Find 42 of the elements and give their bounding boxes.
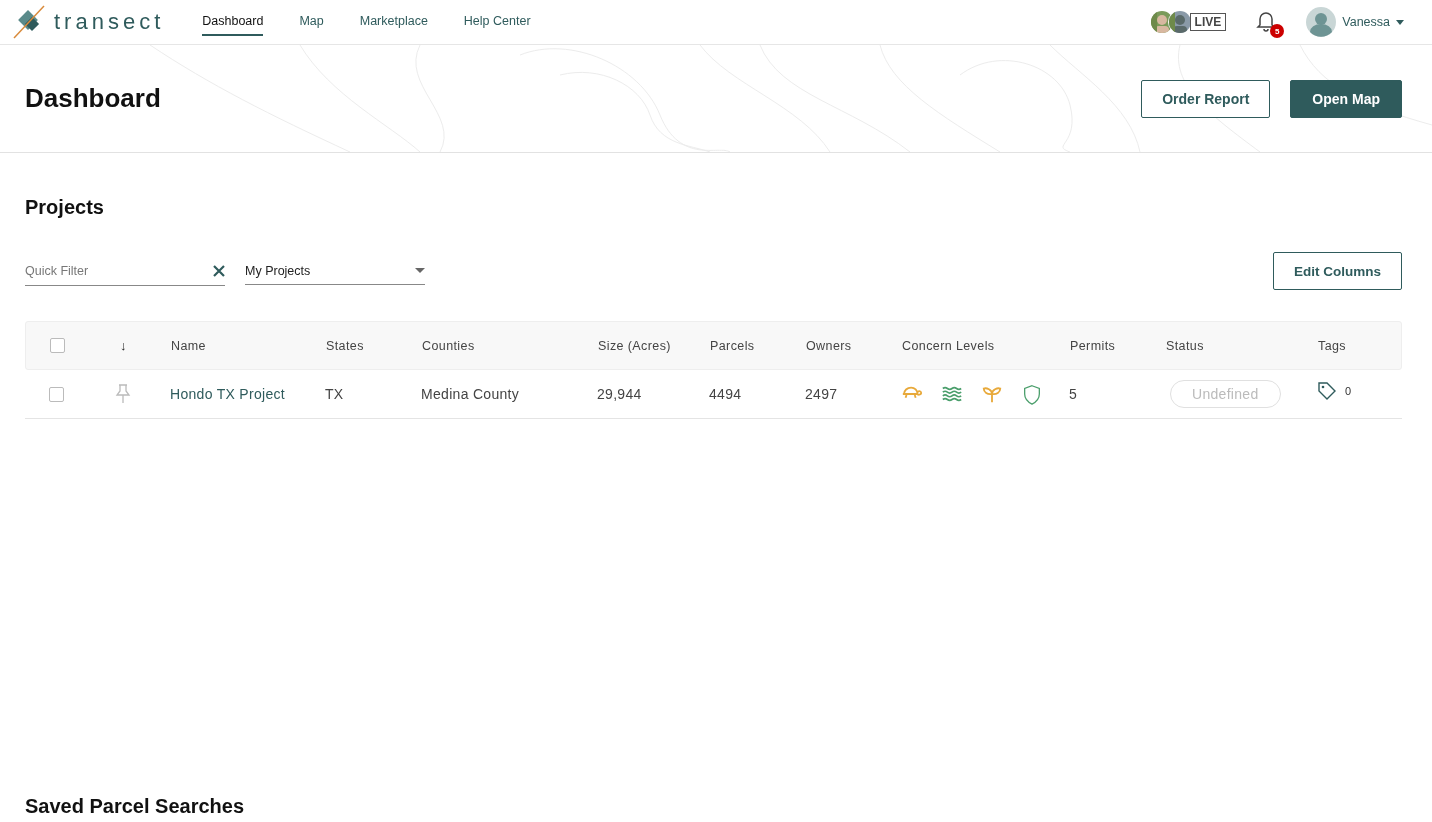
column-header[interactable]: Name — [171, 338, 206, 353]
nav-tab[interactable]: Marketplace — [359, 8, 428, 36]
section-title: Saved Parcel Searches — [25, 795, 245, 818]
logo-icon — [12, 4, 48, 40]
notification-count: 5 — [1270, 24, 1285, 38]
column-header[interactable]: Status — [1166, 338, 1204, 353]
tag-count: 0 — [1345, 385, 1352, 397]
page-title: Dashboard — [25, 83, 161, 114]
row-checkbox[interactable] — [49, 386, 64, 402]
column-header[interactable]: Concern Levels — [902, 338, 995, 353]
projects-dropdown[interactable]: My Projects — [245, 257, 425, 285]
tag-icon[interactable] — [1317, 381, 1337, 401]
brand-name: transect — [54, 9, 165, 35]
edit-columns-button[interactable]: Edit Columns — [1273, 252, 1402, 290]
table-cell: 5 — [1069, 386, 1078, 402]
column-header[interactable]: States — [326, 338, 364, 353]
live-badge: LIVE — [1189, 13, 1227, 31]
column-header[interactable]: Counties — [422, 338, 475, 353]
user-menu[interactable]: Vanessa — [1306, 7, 1404, 37]
nav-tab[interactable]: Help Center — [463, 8, 531, 36]
column-header[interactable]: Owners — [806, 338, 852, 353]
avatar-icon — [1306, 7, 1337, 37]
table-cell: 4494 — [709, 386, 742, 402]
project-name-link[interactable]: Hondo TX Project — [170, 386, 286, 402]
caret-icon — [1396, 19, 1404, 25]
table-cell: 29,944 — [597, 386, 642, 402]
column-header[interactable]: Parcels — [710, 338, 755, 353]
table-cell: TX — [325, 386, 344, 402]
column-header[interactable]: Permits — [1070, 338, 1116, 353]
column-header[interactable]: Tags — [1318, 338, 1346, 353]
section-title: Projects — [25, 196, 105, 219]
nav-tab[interactable]: Map — [299, 8, 324, 36]
order-report-button[interactable]: Order Report — [1141, 79, 1271, 118]
select-all-checkbox[interactable] — [50, 338, 65, 353]
table-cell: 2497 — [805, 386, 838, 402]
table-cell: Medina County — [421, 386, 520, 402]
nav-tab[interactable]: Dashboard — [202, 8, 264, 36]
sort-icon[interactable]: ↓ — [120, 338, 127, 353]
open-map-button[interactable]: Open Map — [1290, 79, 1402, 118]
caret-icon — [415, 268, 425, 273]
close-icon[interactable] — [213, 264, 225, 277]
column-header[interactable]: Size (Acres) — [598, 338, 671, 353]
